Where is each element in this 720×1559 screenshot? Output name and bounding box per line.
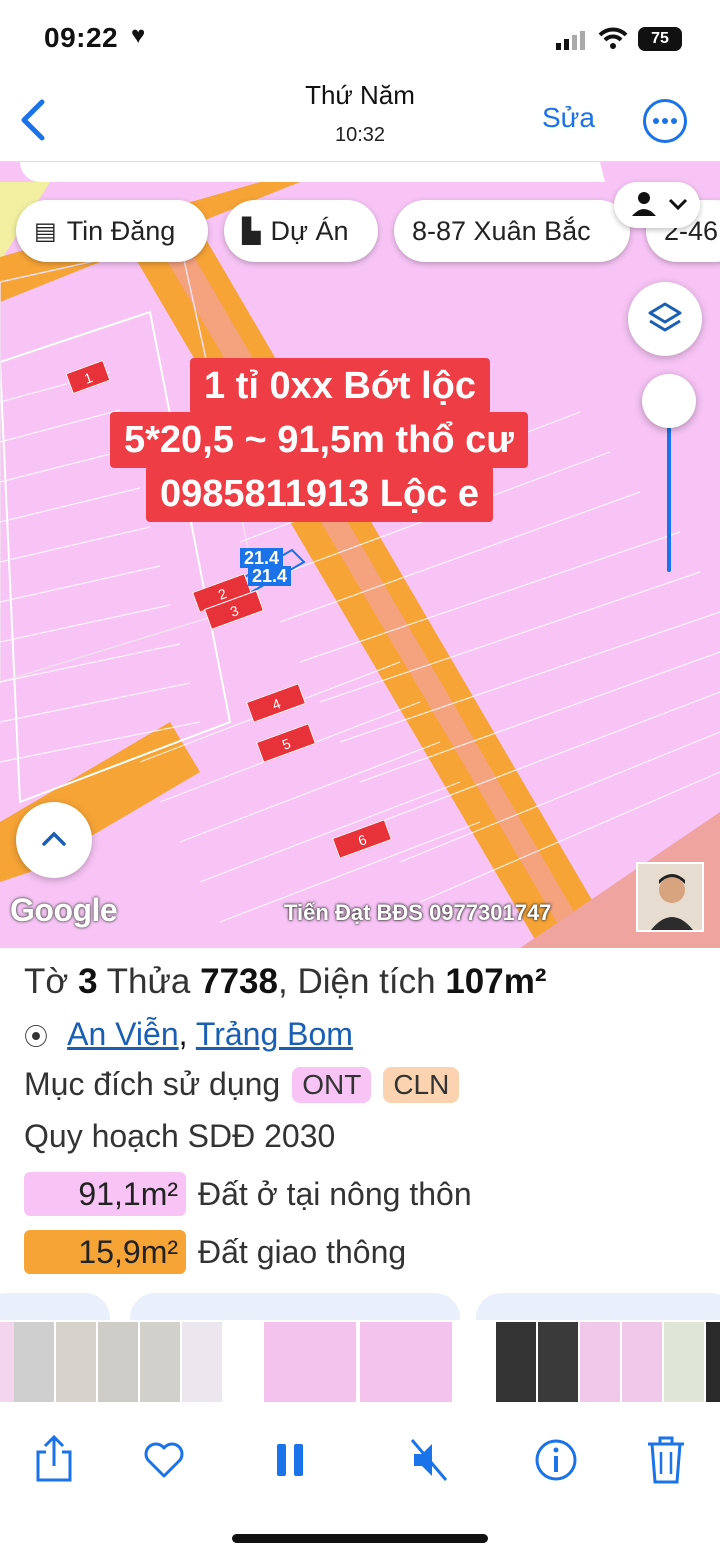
dimension-label: 21.4 — [248, 566, 292, 586]
thumbnail[interactable] — [622, 1322, 662, 1402]
purpose-tag-cln[interactable]: CLN — [383, 1066, 460, 1103]
peek-button[interactable] — [130, 1293, 460, 1323]
thumbnail[interactable] — [580, 1322, 620, 1402]
ad-banner-line-1: 1 tỉ 0xx Bớt lộc — [190, 358, 490, 414]
trash-icon[interactable] — [642, 1434, 690, 1486]
wifi-icon — [598, 27, 628, 49]
heart-icon[interactable] — [140, 1434, 188, 1486]
pause-icon[interactable] — [266, 1434, 314, 1486]
planning-title: Quy hoạch SDĐ 2030 — [24, 1118, 336, 1154]
info-icon[interactable] — [532, 1434, 580, 1486]
map-view[interactable]: ▤ Tin Đăng ▙ Dự Án 8-87 Xuân Bắc 2-46 1 … — [0, 162, 720, 948]
zone-name: Đất giao thông — [198, 1233, 407, 1270]
chip-listings[interactable]: ▤ Tin Đăng — [16, 200, 208, 262]
listing-icon: ▤ — [34, 217, 57, 245]
mute-icon[interactable] — [404, 1434, 452, 1486]
nav-bar: Thứ Năm 10:32 Sửa — [0, 80, 720, 162]
ad-banner-line-3: 0985811913 Lộc e — [146, 466, 494, 522]
comma: , — [278, 962, 288, 1001]
thumbnail[interactable] — [664, 1322, 704, 1402]
chip-projects[interactable]: ▙ Dự Án — [224, 200, 378, 262]
more-options-icon[interactable] — [643, 99, 687, 143]
district-link[interactable]: Trảng Bom — [196, 1016, 353, 1052]
battery-icon: 75 — [638, 27, 682, 51]
plot-label-text: Thửa — [106, 962, 191, 1001]
sheet-number: 3 — [78, 962, 98, 1001]
plot-number: 7738 — [200, 962, 278, 1001]
home-indicator[interactable] — [232, 1534, 488, 1543]
chip-address[interactable]: 8-87 Xuân Bắc — [394, 200, 630, 262]
thumbnail-current[interactable] — [264, 1322, 356, 1402]
dimension-label: 21.4 — [240, 548, 284, 568]
user-menu-button[interactable] — [614, 182, 700, 228]
bottom-toolbar — [0, 1404, 720, 1559]
photo-thumbnail-strip[interactable] — [0, 1320, 720, 1404]
cellular-signal-icon — [556, 31, 585, 50]
parcel-info-panel: Tờ 3 Thửa 7738, Diện tích 107m² ⦿ An Viễ… — [0, 948, 720, 1323]
parcel-summary: Tờ 3 Thửa 7738, Diện tích 107m² — [24, 962, 547, 1002]
heart-status-icon: ♥ — [131, 22, 146, 49]
layers-button[interactable] — [628, 282, 702, 356]
nav-title: Thứ Năm — [305, 80, 415, 110]
comma: , — [178, 1016, 196, 1052]
status-time: 09:22 — [44, 22, 119, 53]
location-pin-icon: ⦿ — [24, 1024, 48, 1051]
thumbnail[interactable] — [496, 1322, 536, 1402]
expand-up-button[interactable] — [16, 802, 92, 878]
land-use-purpose: Mục đích sử dụng ONT CLN — [24, 1066, 460, 1103]
ad-banner-line-2: 5*20,5 ~ 91,5m thổ cư — [110, 412, 528, 468]
peek-button[interactable] — [476, 1293, 720, 1323]
zone-row: 15,9m² Đất giao thông — [24, 1230, 406, 1274]
chip-listings-label: Tin Đăng — [66, 215, 176, 246]
commune-link[interactable]: An Viễn — [67, 1016, 179, 1052]
thumbnail[interactable] — [140, 1322, 180, 1402]
watermark-text: Tiến Đạt BĐS 0977301747 — [284, 900, 552, 925]
action-buttons-peek — [0, 1293, 720, 1323]
thumbnail[interactable] — [360, 1322, 452, 1402]
building-icon: ▙ — [242, 217, 261, 245]
edit-button[interactable]: Sửa — [542, 102, 595, 134]
zone-area: 15,9m² — [24, 1230, 186, 1274]
area-label: Diện tích — [297, 962, 436, 1001]
thumbnail[interactable] — [706, 1322, 720, 1402]
area-value: 107m² — [445, 962, 547, 1001]
chip-address-label: 8-87 Xuân Bắc — [412, 215, 591, 246]
google-logo: Google — [10, 892, 118, 928]
thumbnail[interactable] — [538, 1322, 578, 1402]
layers-icon — [648, 302, 682, 332]
chevron-up-icon — [42, 831, 66, 846]
thumbnail[interactable] — [182, 1322, 222, 1402]
location-row: ⦿ An Viễn, Trảng Bom — [24, 1016, 353, 1053]
agent-avatar[interactable] — [636, 862, 704, 932]
status-bar: 09:22 ♥ 75 — [0, 0, 720, 80]
zoom-slider-handle[interactable] — [642, 374, 696, 428]
zone-area: 91,1m² — [24, 1172, 186, 1216]
nav-subtitle: 10:32 — [334, 124, 386, 146]
purpose-tag-ont[interactable]: ONT — [292, 1066, 372, 1103]
sheet-label: Tờ — [24, 962, 69, 1001]
zone-name: Đất ở tại nông thôn — [198, 1175, 472, 1212]
purpose-label: Mục đích sử dụng — [24, 1066, 281, 1102]
thumbnail[interactable] — [98, 1322, 138, 1402]
peek-button[interactable] — [0, 1293, 110, 1323]
chip-projects-label: Dự Án — [270, 215, 349, 246]
zone-row: 91,1m² Đất ở tại nông thôn — [24, 1172, 472, 1216]
thumbnail[interactable] — [56, 1322, 96, 1402]
share-icon[interactable] — [30, 1434, 78, 1486]
thumbnail[interactable] — [14, 1322, 54, 1402]
